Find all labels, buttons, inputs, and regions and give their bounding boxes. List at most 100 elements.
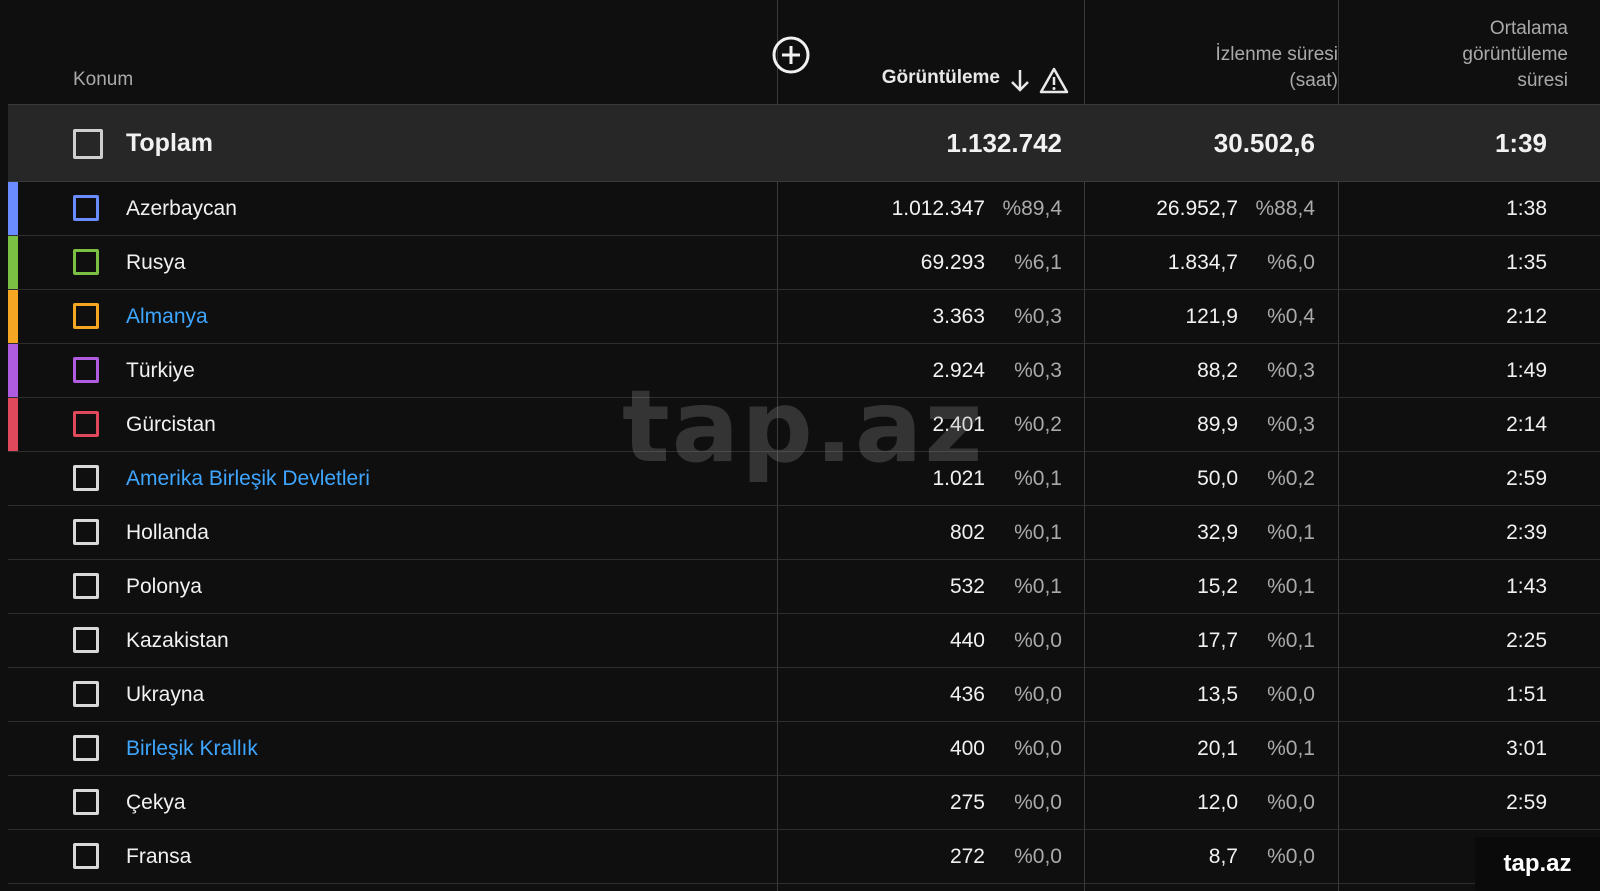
row-checkbox[interactable] bbox=[73, 249, 99, 275]
location-name[interactable]: Amerika Birleşik Devletleri bbox=[126, 452, 370, 505]
watch-time-value: 32,9 bbox=[1197, 521, 1238, 544]
table-row: Almanya 3.363 %0,3 121,9 %0,4 2:12 bbox=[8, 290, 1600, 344]
table-row: Azerbaycan 1.012.347 %89,4 26.952,7 %88,4 1:3… bbox=[8, 182, 1600, 236]
watch-time-percent: %88,4 bbox=[1255, 197, 1315, 220]
row-checkbox[interactable] bbox=[73, 519, 99, 545]
series-color-bar bbox=[8, 290, 18, 343]
header-avg-view-duration[interactable]: Ortalama görüntüleme süresi bbox=[1368, 16, 1568, 94]
table-header: Konum Görüntüleme İzlenme süresi (saat) … bbox=[8, 0, 1600, 105]
views-percent: %0,0 bbox=[1014, 737, 1062, 760]
series-color-bar bbox=[8, 776, 18, 829]
row-checkbox[interactable] bbox=[73, 411, 99, 437]
location-name: Ukrayna bbox=[126, 683, 205, 706]
location-name: Hollanda bbox=[126, 521, 209, 544]
table-row: Fransa272%0,08,7%0,01:55 bbox=[8, 830, 1600, 884]
row-checkbox[interactable] bbox=[73, 789, 99, 815]
watch-time-percent: %0,3 bbox=[1267, 413, 1315, 436]
watch-time-value: 1.834,7 bbox=[1167, 251, 1238, 274]
series-color-bar bbox=[8, 398, 18, 451]
views-percent: %0,1 bbox=[1014, 521, 1062, 544]
table-row: Çekya 275 %0,0 12,0 %0,0 2:59 bbox=[8, 776, 1600, 830]
header-views[interactable]: Görüntüleme bbox=[882, 67, 1000, 89]
corner-watermark: tap.az bbox=[1475, 837, 1600, 891]
views-percent: %0,0 bbox=[1014, 791, 1062, 814]
table-row: Polonya 532 %0,1 15,2 %0,1 1:43 bbox=[8, 560, 1600, 614]
views-value: 440 bbox=[949, 629, 985, 652]
location-name: Fransa bbox=[126, 845, 192, 868]
watch-time-value: 89,9 bbox=[1197, 413, 1238, 436]
views-percent: %0,1 bbox=[1014, 467, 1062, 490]
avg-duration-value: 2:25 bbox=[1506, 629, 1547, 652]
watch-time-percent: %6,0 bbox=[1267, 251, 1315, 274]
series-color-bar bbox=[8, 722, 18, 775]
views-percent: %6,1 bbox=[1014, 251, 1062, 274]
sort-down-icon[interactable] bbox=[1008, 66, 1032, 94]
row-checkbox[interactable] bbox=[73, 303, 99, 329]
watch-time-value: 50,0 bbox=[1197, 467, 1238, 490]
watch-time-value: 88,2 bbox=[1197, 359, 1238, 382]
views-percent: %0,0 bbox=[1014, 845, 1062, 868]
views-value: 69.293 bbox=[920, 251, 985, 274]
watch-time-value: 15,2 bbox=[1197, 575, 1238, 598]
total-label: Toplam bbox=[126, 129, 214, 157]
total-avg-duration: 1:39 bbox=[1494, 128, 1547, 158]
avg-duration-value: 1:43 bbox=[1506, 575, 1547, 598]
series-color-bar bbox=[8, 614, 18, 667]
avg-duration-value: 2:59 bbox=[1506, 791, 1547, 814]
location-name: Polonya bbox=[126, 575, 202, 598]
views-value: 3.363 bbox=[932, 305, 985, 328]
row-checkbox[interactable] bbox=[73, 465, 99, 491]
warning-icon[interactable] bbox=[1039, 65, 1069, 95]
location-name: Kazakistan bbox=[126, 629, 229, 652]
watch-time-percent: %0,2 bbox=[1267, 467, 1315, 490]
avg-duration-value: 2:12 bbox=[1506, 305, 1547, 328]
total-watch-time: 30.502,6 bbox=[1213, 128, 1315, 158]
views-value: 802 bbox=[949, 521, 985, 544]
row-checkbox[interactable] bbox=[73, 573, 99, 599]
add-column-icon[interactable] bbox=[770, 34, 812, 76]
table-row: Ukrayna 436 %0,0 13,5 %0,0 1:51 bbox=[8, 668, 1600, 722]
table-row: Hollanda 802 %0,1 32,9 %0,1 2:39 bbox=[8, 506, 1600, 560]
views-value: 436 bbox=[949, 683, 985, 706]
avg-duration-value: 1:38 bbox=[1506, 197, 1547, 220]
location-name: Çekya bbox=[126, 791, 186, 814]
table-body: Azerbaycan 1.012.347 %89,4 26.952,7 %88,4 1:3… bbox=[8, 182, 1600, 884]
avg-duration-value: 1:35 bbox=[1506, 251, 1547, 274]
location-name[interactable]: Birleşik Krallık bbox=[126, 722, 258, 775]
table-row: Kazakistan 440 %0,0 17,7 %0,1 2:25 bbox=[8, 614, 1600, 668]
row-checkbox[interactable] bbox=[73, 195, 99, 221]
series-color-bar bbox=[8, 830, 18, 883]
watch-time-percent: %0,1 bbox=[1267, 737, 1315, 760]
views-value: 275 bbox=[949, 791, 985, 814]
watch-time-value: 121,9 bbox=[1185, 305, 1238, 328]
location-name: Rusya bbox=[126, 251, 186, 274]
row-checkbox[interactable] bbox=[73, 627, 99, 653]
table-row: Birleşik Krallık 400 %0,0 20,1 %0,1 3:01 bbox=[8, 722, 1600, 776]
table-row: Gürcistan 2.401 %0,2 89,9 %0,3 2:14 bbox=[8, 398, 1600, 452]
table-row: Amerika Birleşik Devletleri 1.021 %0,1 50,0… bbox=[8, 452, 1600, 506]
location-name[interactable]: Almanya bbox=[126, 290, 208, 343]
location-name: Türkiye bbox=[126, 359, 195, 382]
avg-duration-value: 3:01 bbox=[1506, 737, 1547, 760]
series-color-bar bbox=[8, 344, 18, 397]
avg-duration-value: 2:39 bbox=[1506, 521, 1547, 544]
watch-time-percent: %0,4 bbox=[1267, 305, 1315, 328]
header-location[interactable]: Konum bbox=[73, 67, 133, 93]
row-checkbox[interactable] bbox=[73, 357, 99, 383]
views-value: 272 bbox=[949, 845, 985, 868]
row-checkbox[interactable] bbox=[73, 681, 99, 707]
avg-duration-value: 1:49 bbox=[1506, 359, 1547, 382]
location-name: Azerbaycan bbox=[126, 197, 237, 220]
avg-duration-value: 2:59 bbox=[1506, 467, 1547, 490]
avg-duration-value: 2:14 bbox=[1506, 413, 1547, 436]
row-checkbox[interactable] bbox=[73, 735, 99, 761]
series-color-bar bbox=[8, 452, 18, 505]
watch-time-value: 20,1 bbox=[1197, 737, 1238, 760]
views-value: 2.401 bbox=[932, 413, 985, 436]
header-watch-time[interactable]: İzlenme süresi (saat) bbox=[1118, 42, 1339, 94]
views-percent: %0,3 bbox=[1014, 305, 1062, 328]
views-percent: %0,0 bbox=[1014, 683, 1062, 706]
avg-duration-value: 1:51 bbox=[1506, 683, 1547, 706]
row-checkbox[interactable] bbox=[73, 843, 99, 869]
total-checkbox[interactable] bbox=[73, 129, 103, 159]
